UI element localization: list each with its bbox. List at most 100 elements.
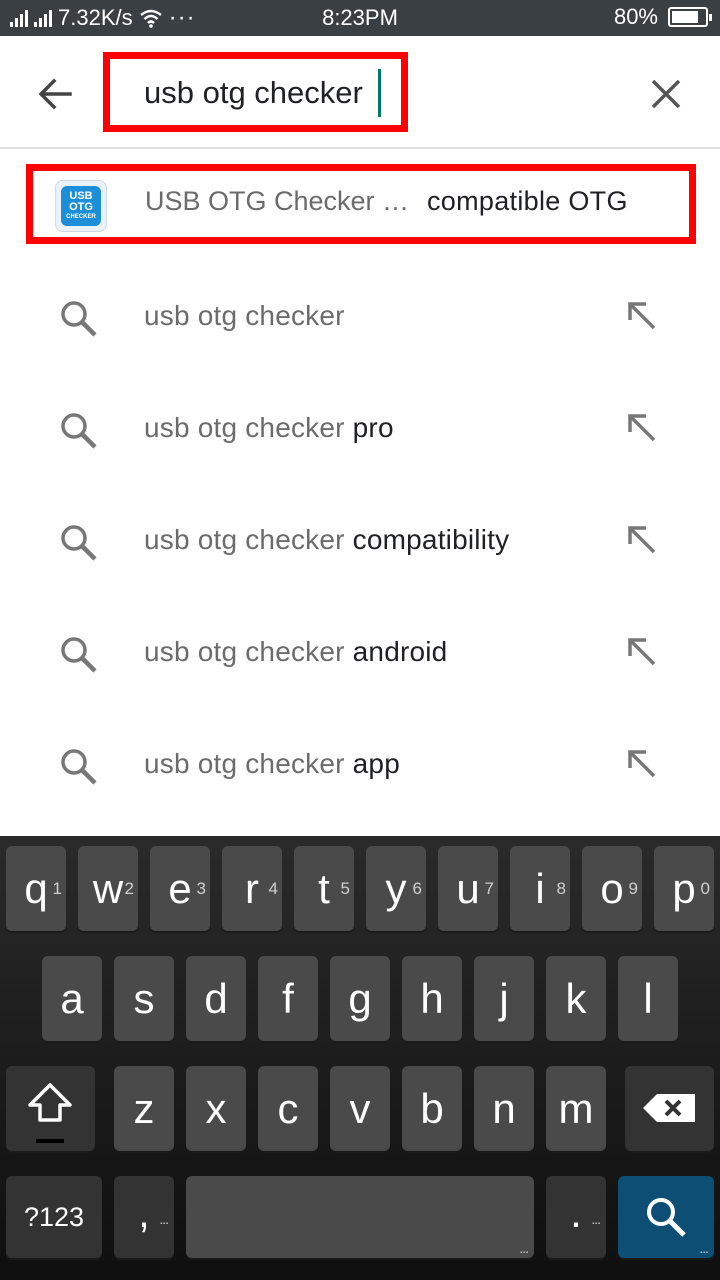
key-m[interactable]: m [546,1066,606,1151]
battery-level-fill [672,11,698,23]
suggestion-prefix: usb otg checker [144,300,345,331]
key-g[interactable]: g [330,956,390,1041]
key-label: f [282,975,294,1022]
arrow-up-left-icon [628,414,656,442]
key-label: m [558,1085,594,1132]
fill-query-button[interactable] [624,746,658,780]
suggestion-suffix: compatibility [344,524,510,555]
suggestion-prefix: usb otg checker [144,524,345,555]
key-hint: 7 [484,879,494,898]
app-icon: USB OTG CHECKER [55,180,107,232]
suggestion-text: usb otg checker compatibility [144,524,509,556]
key-label: o [600,865,624,912]
key-i[interactable]: i8 [510,846,570,931]
suggestion-item[interactable]: usb otg checker android [0,598,720,710]
key-r[interactable]: r4 [222,846,282,931]
key-e[interactable]: e3 [150,846,210,931]
key-label: x [205,1085,227,1132]
arrow-up-left-icon [628,302,656,330]
key-t[interactable]: t5 [294,846,354,931]
suggestion-suffix: pro [344,412,394,443]
comma-key[interactable]: ,... [114,1176,174,1258]
key-h[interactable]: h [402,956,462,1041]
fill-query-button[interactable] [624,522,658,556]
battery-icon [668,7,712,27]
key-k[interactable]: k [546,956,606,1041]
key-v[interactable]: v [330,1066,390,1151]
caps-indicator [36,1139,64,1143]
arrow-up-left-icon [628,526,656,554]
key-hint: 6 [412,879,422,898]
clock: 8:23PM [322,5,398,30]
search-icon [61,637,97,673]
key-label: n [492,1085,516,1132]
key-label: u [456,865,480,912]
search-header: usb otg checker [0,36,720,149]
suggestion-item[interactable]: usb otg checker app [0,710,720,822]
clear-search-button[interactable] [640,68,692,120]
key-label: v [349,1085,371,1132]
key-label: k [565,975,587,1022]
back-button[interactable] [30,68,82,120]
search-icon [61,525,97,561]
key-hint: 1 [52,879,62,898]
key-label: p [672,865,696,912]
key-w[interactable]: w2 [78,846,138,931]
key-p[interactable]: p0 [654,846,714,931]
app-suggestion-usb-otg-checker[interactable]: USB OTG CHECKER USB OTG Checker … compat… [26,164,696,244]
suggestion-prefix: usb otg checker [144,636,345,667]
key-f[interactable]: f [258,956,318,1041]
key-j[interactable]: j [474,956,534,1041]
key-b[interactable]: b [402,1066,462,1151]
search-icon [61,749,97,785]
backspace-key[interactable] [625,1066,714,1151]
symbols-key[interactable]: ?123 [6,1176,102,1258]
app-subtitle: compatible OTG [427,186,628,216]
key-hint: 8 [556,879,566,898]
period-key[interactable]: .... [546,1176,606,1258]
key-o[interactable]: o9 [582,846,642,931]
suggestion-item[interactable]: usb otg checker compatibility [0,486,720,598]
key-label: b [420,1085,444,1132]
key-z[interactable]: z [114,1066,174,1151]
key-x[interactable]: x [186,1066,246,1151]
suggestion-item[interactable]: usb otg checker pro [0,374,720,486]
key-y[interactable]: y6 [366,846,426,931]
key-label: r [245,865,259,912]
search-query-text: usb otg checker [144,75,363,110]
space-key[interactable]: ... [186,1176,534,1258]
search-key[interactable]: ... [618,1176,714,1258]
key-label: w [92,865,124,912]
key-a[interactable]: a [42,956,102,1041]
key-hint: 2 [124,879,134,898]
key-label: ?123 [23,1202,85,1232]
key-s[interactable]: s [114,956,174,1041]
fill-query-button[interactable] [624,634,658,668]
arrow-up-left-icon [628,750,656,778]
fill-query-button[interactable] [624,410,658,444]
suggestion-item[interactable]: usb otg checker [0,262,720,374]
key-l[interactable]: l [618,956,678,1041]
suggestion-text: usb otg checker app [144,748,400,780]
key-d[interactable]: d [186,956,246,1041]
fill-query-button[interactable] [624,298,658,332]
arrow-up-left-icon [628,638,656,666]
key-c[interactable]: c [258,1066,318,1151]
backspace-icon [643,1094,695,1122]
key-label: q [24,865,48,912]
key-q[interactable]: q1 [6,846,66,931]
key-label: y [385,865,407,912]
key-label: c [277,1085,299,1132]
arrow-back-icon [38,78,72,110]
on-screen-keyboard: q1 w2 e3 r4 t5 y6 u7 i8 o9 p0 a s d f g … [0,836,720,1280]
key-u[interactable]: u7 [438,846,498,931]
key-hint: 3 [196,879,206,898]
key-n[interactable]: n [474,1066,534,1151]
search-input[interactable]: usb otg checker [103,52,408,132]
close-icon [651,79,681,109]
logo-text-line2: OTG [69,201,93,213]
key-label: j [499,975,509,1022]
shift-key[interactable] [6,1066,95,1151]
key-more-dots: ... [591,1211,601,1227]
key-hint: 0 [700,879,710,898]
